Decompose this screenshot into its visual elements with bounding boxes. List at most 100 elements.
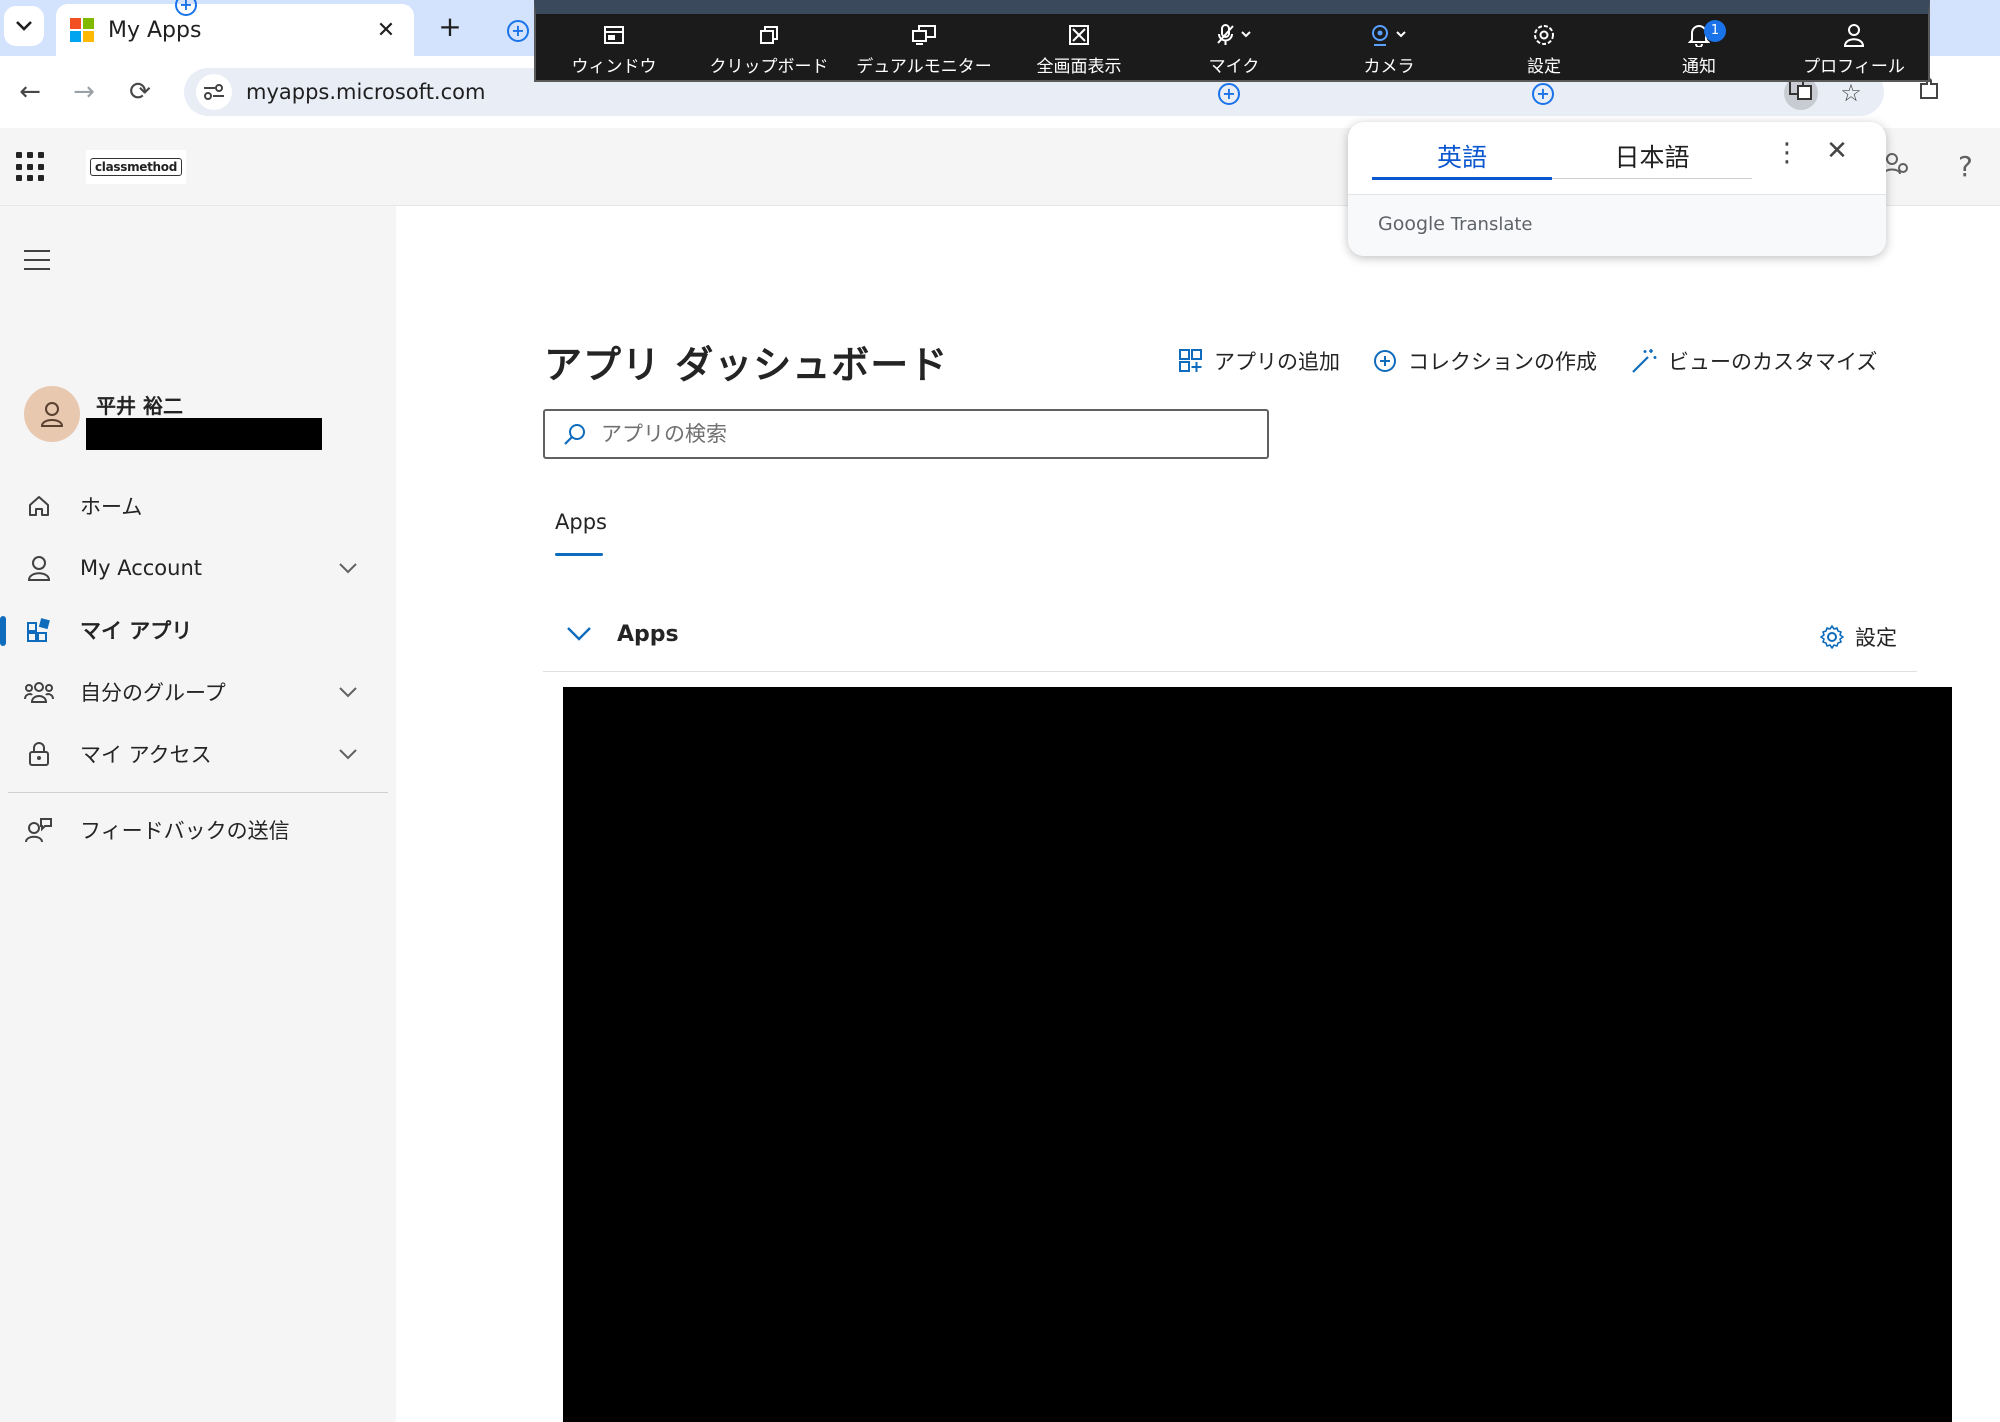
browser-tab-my-apps[interactable]: My Apps ✕ <box>56 4 414 56</box>
add-app-label: アプリの追加 <box>1214 350 1340 374</box>
toolbar-label: クリップボード <box>709 57 829 77</box>
toolbar-label: 設定 <box>1527 57 1561 77</box>
translate-tab-target[interactable]: 日本語 <box>1562 138 1742 174</box>
translate-footer: Google Translate <box>1348 194 1886 256</box>
apps-section-header: Apps 設定 <box>543 608 1917 672</box>
add-app-grid-icon <box>1178 348 1204 374</box>
customize-view-label: ビューのカスタマイズ <box>1668 350 1878 374</box>
add-circle-icon: + <box>1218 83 1240 105</box>
app-launcher-waffle-icon[interactable] <box>16 152 46 182</box>
person-icon <box>40 402 64 427</box>
camera-icon <box>1314 18 1464 52</box>
tab-close-icon[interactable]: ✕ <box>372 18 400 43</box>
forward-arrow-icon[interactable]: → <box>64 72 104 112</box>
toolbar-dual-monitor-button[interactable]: デュアルモニター <box>849 18 999 77</box>
search-icon <box>564 424 585 445</box>
brand-translate: Translate <box>1450 214 1533 235</box>
gear-icon <box>1819 624 1845 650</box>
person-icon <box>24 553 54 583</box>
user-name: 平井 裕二 <box>96 394 183 418</box>
close-icon[interactable]: ✕ <box>1822 136 1852 166</box>
toolbar-notifications-button[interactable]: 1 通知 <box>1624 18 1774 77</box>
reload-icon[interactable]: ⟳ <box>120 72 160 112</box>
chevron-down-icon <box>16 21 32 31</box>
sidebar-item-my-account[interactable]: My Account <box>0 542 396 594</box>
sidebar-item-label: ホーム <box>80 495 143 519</box>
chevron-down-icon[interactable] <box>328 562 368 574</box>
home-icon <box>24 491 54 521</box>
toolbar-camera-button[interactable]: カメラ <box>1314 18 1464 77</box>
microsoft-logo-icon <box>70 18 94 42</box>
sidebar-item-label: マイ アプリ <box>80 619 193 643</box>
google-translate-popup: 英語 日本語 ⋮ ✕ Google Translate <box>1348 122 1886 256</box>
toolbar-label: マイク <box>1208 57 1260 77</box>
translate-tab-indicator <box>1372 177 1552 180</box>
toolbar-clipboard-button[interactable]: クリップボード <box>694 18 844 77</box>
sidebar-item-my-access[interactable]: マイ アクセス <box>0 728 396 780</box>
google-translate-brand: Google Translate <box>1378 213 1532 235</box>
magic-wand-icon <box>1630 347 1658 375</box>
chevron-down-icon[interactable] <box>565 624 593 648</box>
back-arrow-icon[interactable]: ← <box>10 72 50 112</box>
tab-apps[interactable]: Apps <box>555 510 607 534</box>
chevron-down-icon[interactable] <box>328 686 368 698</box>
section-settings-button[interactable]: 設定 <box>1819 622 1897 652</box>
tab-title: My Apps <box>108 17 202 43</box>
toolbar-label: ウィンドウ <box>571 57 657 77</box>
feedback-icon <box>24 815 54 845</box>
sidebar-item-send-feedback[interactable]: フィードバックの送信 <box>0 804 396 856</box>
toolbar-fullscreen-button[interactable]: 全画面表示 <box>1004 18 1154 77</box>
brand-google: Google <box>1378 213 1446 235</box>
toolbar-label: プロフィール <box>1803 57 1905 77</box>
organization-logo[interactable]: classmethod <box>86 150 186 184</box>
add-circle-icon: + <box>1532 83 1554 105</box>
tab-search-button[interactable] <box>4 6 44 46</box>
sidebar-divider <box>8 792 388 793</box>
profile-icon <box>1779 18 1929 52</box>
app-search-box[interactable] <box>543 409 1269 459</box>
sidebar-item-my-apps[interactable]: マイ アプリ <box>0 604 396 656</box>
window-icon <box>539 18 689 52</box>
notification-badge: 1 <box>1704 20 1726 42</box>
toolbar-label: デュアルモニター <box>856 57 992 77</box>
toolbar-window-button[interactable]: ウィンドウ <box>539 18 689 77</box>
sidebar-item-label: 自分のグループ <box>80 681 226 705</box>
create-collection-button[interactable]: コレクションの作成 <box>1372 346 1597 376</box>
avatar[interactable] <box>24 386 80 442</box>
help-icon[interactable]: ? <box>1958 150 1973 183</box>
redacted-apps-grid <box>563 687 1952 1422</box>
redacted-user-email <box>86 418 322 450</box>
my-apps-icon <box>24 615 54 645</box>
customize-view-button[interactable]: ビューのカスタマイズ <box>1630 346 1877 376</box>
search-input[interactable] <box>599 421 1199 447</box>
url-text: myapps.microsoft.com <box>246 80 486 104</box>
translate-tab-source[interactable]: 英語 <box>1372 138 1552 174</box>
clipboard-icon <box>694 18 844 52</box>
sidebar-item-label: My Account <box>80 556 203 580</box>
sidebar-item-my-groups[interactable]: 自分のグループ <box>0 666 396 718</box>
sidebar-item-home[interactable]: ホーム <box>0 480 396 532</box>
add-circle-icon <box>1372 348 1398 374</box>
new-tab-button[interactable]: + <box>430 8 470 48</box>
remote-desktop-toolbar: ウィンドウ クリップボード デュアルモニター 全画面表示 マイク カメラ 設定 … <box>534 0 1930 82</box>
chevron-down-icon[interactable] <box>328 748 368 760</box>
hamburger-menu-icon[interactable] <box>24 250 50 277</box>
sidebar-item-label: フィードバックの送信 <box>80 819 290 843</box>
dual-monitor-icon <box>849 18 999 52</box>
page-title: アプリ ダッシュボード <box>544 343 949 387</box>
create-collection-label: コレクションの作成 <box>1408 350 1597 374</box>
microphone-muted-icon <box>1159 18 1309 52</box>
sidebar: 平井 裕二 ホーム My Account マイ アプリ 自分のグループ マイ ア… <box>0 206 396 1422</box>
toolbar-microphone-button[interactable]: マイク <box>1159 18 1309 77</box>
people-group-icon <box>24 677 54 707</box>
toolbar-label: カメラ <box>1363 57 1415 77</box>
add-app-button[interactable]: アプリの追加 <box>1178 346 1340 376</box>
add-circle-icon: + <box>507 20 529 42</box>
toolbar-profile-button[interactable]: プロフィール <box>1779 18 1929 77</box>
fullscreen-icon <box>1004 18 1154 52</box>
toolbar-settings-button[interactable]: 設定 <box>1469 18 1619 77</box>
site-info-icon[interactable] <box>196 74 232 110</box>
org-switch-icon[interactable] <box>1882 150 1910 185</box>
tab-active-indicator <box>555 553 603 556</box>
more-options-icon[interactable]: ⋮ <box>1774 138 1800 168</box>
